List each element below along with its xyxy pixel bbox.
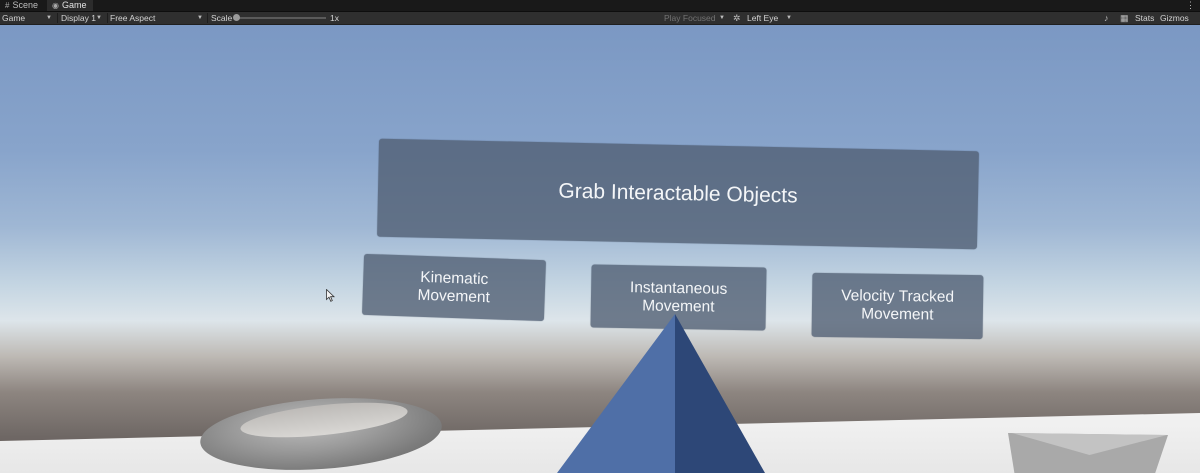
tab-scene[interactable]: # Scene bbox=[0, 0, 46, 11]
button-label-line: Movement bbox=[861, 305, 934, 324]
speaker-icon[interactable]: ♪ bbox=[1104, 12, 1109, 24]
game-viewport[interactable]: Grab Interactable Objects Kinematic Move… bbox=[0, 25, 1200, 473]
view-mode-dropdown[interactable]: Game ▼ bbox=[2, 12, 55, 24]
play-mode-label: Play Focused bbox=[664, 13, 716, 23]
velocity-tracked-movement-button[interactable]: Velocity Tracked Movement bbox=[811, 272, 984, 340]
scale-slider-handle[interactable] bbox=[233, 14, 240, 21]
gizmos-button[interactable]: Gizmos bbox=[1160, 12, 1189, 24]
display-label: Display 1 bbox=[61, 13, 96, 23]
divider bbox=[107, 13, 108, 23]
tab-scene-label: Scene bbox=[12, 0, 38, 10]
more-options-icon[interactable]: ⋮ bbox=[1186, 0, 1195, 11]
chevron-down-icon: ▼ bbox=[719, 15, 725, 21]
eye-label: Left Eye bbox=[747, 13, 779, 23]
eye-dropdown[interactable]: Left Eye ▼ bbox=[747, 12, 795, 24]
bug-icon[interactable]: ✲ bbox=[733, 12, 741, 24]
tab-game[interactable]: ◉ Game bbox=[47, 0, 93, 11]
gamepad-icon: ◉ bbox=[52, 1, 59, 10]
aspect-label: Free Aspect bbox=[110, 13, 156, 23]
keyboard-icon[interactable]: ▦ bbox=[1120, 12, 1129, 24]
button-label: Velocity Tracked Movement bbox=[841, 287, 954, 325]
game-toolbar: Game ▼ Display 1 ▼ Free Aspect ▼ Scale 1… bbox=[0, 12, 1200, 25]
button-label-line: Movement bbox=[642, 296, 715, 316]
chevron-down-icon: ▼ bbox=[46, 15, 52, 21]
scale-value: 1x bbox=[330, 13, 339, 23]
pyramid-object[interactable] bbox=[557, 314, 675, 473]
kinematic-movement-button[interactable]: Kinematic Movement bbox=[361, 253, 547, 322]
button-label-line: Instantaneous bbox=[629, 278, 728, 298]
view-mode-label: Game bbox=[2, 13, 26, 23]
divider bbox=[57, 13, 58, 23]
mouse-cursor-icon bbox=[326, 289, 335, 302]
button-label-line: Movement bbox=[417, 286, 491, 306]
tab-bar: # Scene ◉ Game ⋮ bbox=[0, 0, 1200, 12]
title-panel: Grab Interactable Objects bbox=[377, 138, 979, 250]
stats-button[interactable]: Stats bbox=[1135, 12, 1154, 24]
play-mode-dropdown[interactable]: Play Focused ▼ bbox=[664, 12, 728, 24]
title-panel-text: Grab Interactable Objects bbox=[558, 179, 798, 208]
chevron-down-icon: ▼ bbox=[197, 15, 203, 21]
scale-label: Scale bbox=[211, 13, 233, 23]
button-label: Instantaneous Movement bbox=[629, 278, 728, 317]
button-label-line: Kinematic bbox=[420, 268, 489, 288]
button-label: Kinematic Movement bbox=[417, 268, 491, 307]
divider bbox=[207, 13, 208, 23]
button-label-line: Velocity Tracked bbox=[841, 287, 955, 306]
chevron-down-icon: ▼ bbox=[96, 15, 102, 21]
grid-icon: # bbox=[5, 1, 10, 10]
tab-game-label: Game bbox=[61, 0, 87, 10]
chevron-down-icon: ▼ bbox=[786, 15, 792, 21]
scale-slider-track[interactable] bbox=[236, 17, 326, 19]
aspect-dropdown[interactable]: Free Aspect ▼ bbox=[110, 12, 206, 24]
unity-game-view: # Scene ◉ Game ⋮ Game ▼ Display 1 ▼ Free… bbox=[0, 0, 1200, 473]
display-dropdown[interactable]: Display 1 ▼ bbox=[61, 12, 105, 24]
